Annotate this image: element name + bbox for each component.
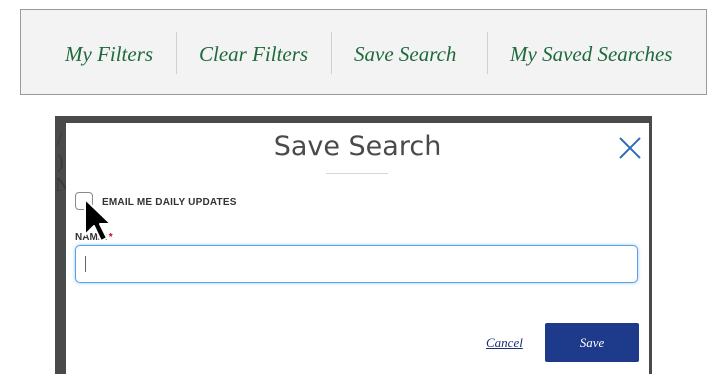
email-updates-label: EMAIL ME DAILY UPDATES xyxy=(102,197,237,208)
close-icon[interactable] xyxy=(617,135,643,161)
save-search-modal: Save Search EMAIL ME DAILY UPDATES NAME:… xyxy=(66,123,649,374)
title-divider xyxy=(326,173,388,174)
save-button[interactable]: Save xyxy=(545,323,639,362)
filter-bar: My Filters Clear Filters Save Search My … xyxy=(20,9,707,95)
filter-divider xyxy=(176,32,177,74)
background-text-fragment: ) xyxy=(57,151,64,173)
filter-divider xyxy=(487,32,488,74)
save-search-link[interactable]: Save Search xyxy=(354,10,456,96)
filter-divider xyxy=(331,32,332,74)
cancel-link[interactable]: Cancel xyxy=(486,335,523,351)
modal-title: Save Search xyxy=(273,131,442,162)
my-saved-searches-link[interactable]: My Saved Searches xyxy=(510,10,672,96)
my-filters-link[interactable]: My Filters xyxy=(65,10,153,96)
background-text-fragment: / xyxy=(57,128,63,150)
search-name-input[interactable] xyxy=(75,245,638,283)
text-caret xyxy=(85,256,86,272)
mouse-pointer-icon xyxy=(84,198,112,242)
clear-filters-link[interactable]: Clear Filters xyxy=(199,10,308,96)
